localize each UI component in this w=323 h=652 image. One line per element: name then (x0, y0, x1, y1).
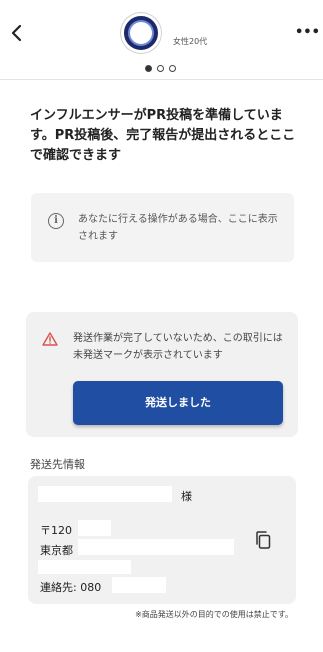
page-indicator (145, 65, 176, 72)
page-dot[interactable] (157, 65, 164, 72)
usage-notice: ※商品発送以外の目的での使用は禁止です。 (135, 610, 293, 619)
header: 女性20代 ••• (0, 0, 323, 80)
back-arrow-icon[interactable] (6, 22, 28, 44)
shipping-warning-text: 発送作業が完了していないため、この取引には未発送マークが表示されています (73, 333, 283, 361)
mark-shipped-button[interactable]: 発送しました (73, 381, 283, 425)
action-info-panel: i あなたに行える操作がある場合、ここに表示されます (31, 193, 294, 262)
redacted-postal (78, 520, 111, 536)
copy-icon[interactable] (254, 530, 272, 550)
info-icon: i (48, 213, 64, 229)
redacted-name (38, 486, 172, 502)
redacted-address-line2 (38, 560, 131, 574)
shipping-address-card: 様 〒120 東京都 連絡先: 080 (28, 476, 296, 604)
postal-code: 〒120 (40, 524, 72, 537)
contact-phone: 連絡先: 080 (40, 581, 102, 594)
page-dot[interactable] (169, 65, 176, 72)
avatar[interactable] (121, 13, 161, 53)
profile-subtitle: 女性20代 (173, 37, 208, 46)
name-suffix: 様 (181, 490, 192, 503)
redacted-phone (112, 577, 166, 593)
action-info-text: あなたに行える操作がある場合、ここに表示されます (78, 214, 278, 242)
status-message: インフルエンサーがPR投稿を準備しています。PR投稿後、完了報告が提出されるとこ… (30, 108, 296, 163)
warning-icon (42, 332, 58, 346)
prefecture: 東京都 (40, 544, 73, 557)
redacted-address-line1 (78, 539, 234, 555)
page-dot[interactable] (145, 65, 152, 72)
more-options-icon[interactable]: ••• (295, 24, 320, 42)
shipping-info-heading: 発送先情報 (30, 458, 85, 471)
shipping-warning-panel: 発送作業が完了していないため、この取引には未発送マークが表示されています 発送し… (26, 312, 298, 437)
